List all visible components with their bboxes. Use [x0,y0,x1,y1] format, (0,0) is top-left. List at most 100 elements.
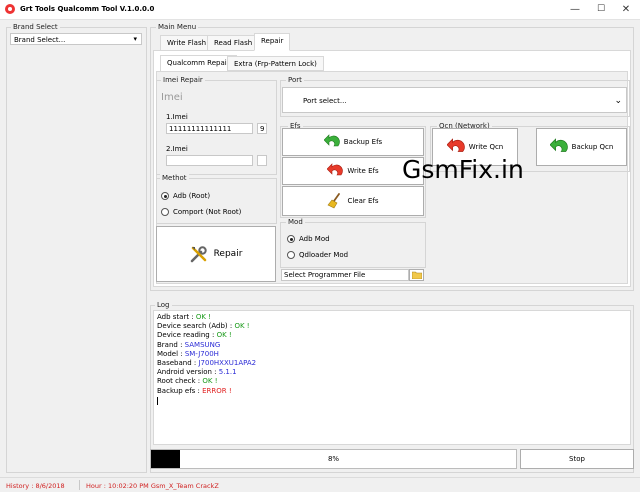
log-line: Brand : SAMSUNG [157,341,627,350]
stop-button[interactable]: Stop [520,449,634,469]
broom-icon [327,193,341,209]
log-lines: Adb start : OK ! Device search (Adb) : OK… [157,313,627,396]
imei-repair-title: Imei Repair [161,76,205,84]
log-line-label: Root check : [157,377,203,386]
log-line-label: Model : [157,349,185,358]
radio-unselected-icon [287,251,295,259]
log-title: Log [155,301,172,309]
tab-read-flash[interactable]: Read Flash [207,35,260,51]
log-line: Device reading : OK ! [157,331,627,340]
method-comport-label: Comport (Not Root) [173,208,242,216]
green-arrow-icon [549,138,568,152]
log-line-value: ERROR ! [202,386,232,395]
log-line-label: Baseband : [157,358,199,367]
method-title: Methot [160,174,189,182]
log-line-value: SAMSUNG [184,340,221,349]
method-adb-root-radio[interactable]: Adb (Root) [161,192,210,200]
maximize-button[interactable]: ☐ [588,2,614,17]
green-arrow-icon [323,134,340,147]
progress-label: 8% [327,455,340,463]
log-line-label: Android version : [157,368,219,377]
mod-group [280,222,426,268]
write-efs-label: Write Efs [347,167,379,175]
imei1-check-digit[interactable]: 9 [257,123,267,134]
status-divider [79,480,80,490]
method-group [156,178,277,224]
brand-select-title: Brand Select [11,23,60,31]
main-menu-title: Main Menu [156,23,199,31]
tab-extra-frp[interactable]: Extra (Frp-Pattern Lock) [227,56,324,71]
app-logo-icon [5,4,15,14]
tab-qualcomm-repair[interactable]: Qualcomm Repair [160,55,237,72]
repair-button-label: Repair [213,249,243,259]
text-caret [157,396,158,405]
log-line-value: J700HXXU1APA2 [198,358,257,367]
log-line: Baseband : J700HXXU1APA2 [157,359,627,368]
log-output[interactable]: Adb start : OK ! Device search (Adb) : OK… [153,310,631,445]
programmer-file-input[interactable]: Select Programmer File [281,269,409,281]
imei2-check-digit[interactable] [257,155,267,166]
mod-adb-radio[interactable]: Adb Mod [287,235,330,243]
backup-qcn-label: Backup Qcn [571,143,614,151]
log-line-label: Brand : [157,340,185,349]
red-arrow-icon [446,138,465,152]
port-select-dropdown[interactable]: Port select... ⌄ [282,87,627,113]
chevron-down-icon: ▾ [133,35,137,43]
status-hour: Hour : 10:02:20 PM Gsm_X_Team CrackZ [86,482,219,490]
status-bar: History : 8/6/2018 Hour : 10:02:20 PM Gs… [0,477,640,492]
tab-write-flash[interactable]: Write Flash [160,35,214,51]
red-arrow-icon [327,163,344,176]
mod-qdloader-label: Qdloader Mod [299,251,349,259]
minimize-button[interactable]: — [562,2,588,17]
write-qcn-label: Write Qcn [468,143,504,151]
radio-selected-icon [287,235,295,243]
brand-select-dropdown[interactable]: Brand Select... ▾ [10,33,142,45]
method-adb-root-label: Adb (Root) [173,192,211,200]
backup-efs-label: Backup Efs [343,138,383,146]
log-line-label: Adb start : [157,313,196,321]
imei-heading: Imei [161,92,183,103]
backup-efs-button[interactable]: Backup Efs [282,128,424,156]
watermark-text: GsmFix.in [402,155,524,184]
clear-efs-button[interactable]: Clear Efs [282,186,424,216]
log-line: Backup efs : ERROR ! [157,387,627,396]
log-line-label: Device reading : [157,331,217,340]
method-comport-radio[interactable]: Comport (Not Root) [161,208,241,216]
mod-qdloader-radio[interactable]: Qdloader Mod [287,251,348,259]
folder-icon [411,271,422,279]
log-line-value: OK ! [202,377,218,386]
close-button[interactable]: ✕ [613,2,639,17]
log-line-value: OK ! [195,313,212,321]
port-title: Port [286,76,304,84]
clear-efs-label: Clear Efs [347,197,379,205]
port-select-value: Port select... [303,97,347,105]
log-line-label: Device search (Adb) : [157,322,235,331]
status-history: History : 8/6/2018 [6,482,65,490]
tab-repair[interactable]: Repair [254,33,291,51]
log-line-value: OK ! [234,322,250,331]
log-line: Adb start : OK ! [157,313,627,322]
log-line: Model : SM-J700H [157,350,627,359]
radio-unselected-icon [161,208,169,216]
wrench-screwdriver-icon [190,246,207,263]
imei1-label: 1.Imei [166,113,188,121]
brand-select-value: Brand Select... [14,36,66,44]
radio-selected-icon [161,192,169,200]
log-line: Device search (Adb) : OK ! [157,322,627,331]
log-line-label: Backup efs : [157,386,203,395]
mod-adb-label: Adb Mod [299,235,330,243]
log-line-value: OK ! [216,331,232,340]
title-bar: Grt Tools Qualcomm Tool V.1.0.0.0 — ☐ ✕ [0,0,640,20]
imei2-input[interactable] [166,155,253,166]
browse-file-button[interactable] [409,269,424,281]
mod-title: Mod [286,218,305,226]
imei1-input[interactable]: 11111111111111 [166,123,253,134]
progress-bar: 8% [150,449,517,469]
log-line-value: 5.1.1 [218,368,237,377]
log-line: Android version : 5.1.1 [157,368,627,377]
imei2-label: 2.Imei [166,145,188,153]
chevron-down-icon: ⌄ [614,96,622,106]
repair-button[interactable]: Repair [156,226,276,282]
log-line-value: SM-J700H [184,349,219,358]
backup-qcn-button[interactable]: Backup Qcn [536,128,627,166]
